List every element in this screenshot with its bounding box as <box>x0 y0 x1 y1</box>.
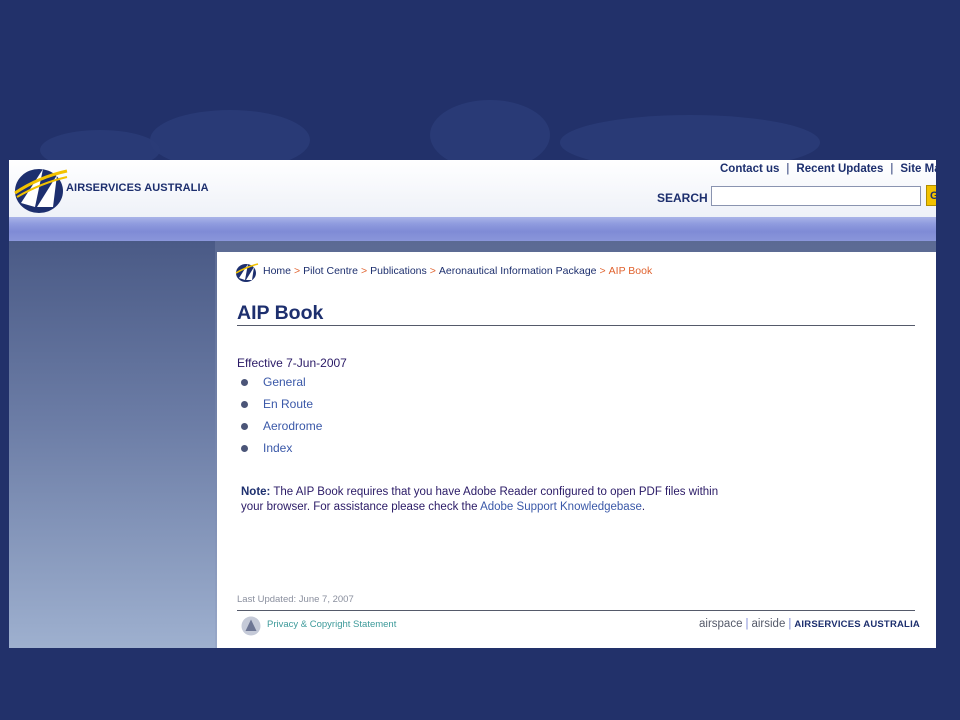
adobe-support-link[interactable]: Adobe Support Knowledgebase <box>480 501 642 513</box>
en-route-link[interactable]: En Route <box>263 397 313 411</box>
bullet-icon <box>241 445 248 452</box>
site-header: AIRSERVICES AUSTRALIA Contact us | Recent … <box>9 160 936 217</box>
note-end: . <box>641 501 646 513</box>
bullet-icon <box>241 401 248 408</box>
separator: | <box>788 618 792 630</box>
note-label: Note: <box>241 486 271 498</box>
last-updated: Last Updated: June 7, 2007 <box>237 594 354 605</box>
breadcrumb-pilot-centre[interactable]: Pilot Centre <box>303 265 358 277</box>
breadcrumb-arrow-icon: > <box>599 265 606 277</box>
sidebar <box>9 241 215 648</box>
browser-page: AIRSERVICES AUSTRALIA Contact us | Recent … <box>9 160 936 648</box>
breadcrumb-arrow-icon: > <box>294 265 301 277</box>
contact-us-link[interactable]: Contact us <box>720 163 779 175</box>
navigation-strip <box>9 217 936 241</box>
privacy-copyright-link[interactable]: Privacy & Copyright Statement <box>267 619 396 630</box>
aerodrome-link[interactable]: Aerodrome <box>263 419 322 433</box>
airservices-small-logo-icon <box>235 263 259 282</box>
recent-updates-link[interactable]: Recent Updates <box>796 163 883 175</box>
separator: | <box>890 163 894 175</box>
effective-date: Effective 7-Jun-2007 <box>237 356 347 370</box>
breadcrumb-aip[interactable]: Aeronautical Information Package <box>439 265 597 277</box>
title-divider <box>237 325 915 326</box>
tagline-brand: AIRSERVICES AUSTRALIA <box>794 619 920 630</box>
top-links: Contact us | Recent Updates | Site Map <box>720 163 936 175</box>
note-paragraph: Note: The AIP Book requires that you hav… <box>241 485 721 515</box>
site-map-link[interactable]: Site Map <box>900 163 936 175</box>
tagline-airspace: airspace <box>699 618 743 630</box>
footer-divider <box>237 610 915 611</box>
brand-name: AIRSERVICES AUSTRALIA <box>66 182 209 194</box>
breadcrumb-current: AIP Book <box>608 265 653 277</box>
footer-tagline: airspace | airside | AIRSERVICES AUSTRALIA <box>699 618 920 630</box>
general-link[interactable]: General <box>263 375 306 389</box>
index-link[interactable]: Index <box>263 441 292 455</box>
breadcrumb: Home > Pilot Centre > Publications > Aeronauti… <box>263 265 652 277</box>
search-label: SEARCH <box>657 191 708 205</box>
breadcrumb-arrow-icon: > <box>429 265 436 277</box>
separator: | <box>786 163 790 175</box>
bullet-icon <box>241 423 248 430</box>
breadcrumb-home[interactable]: Home <box>263 265 291 277</box>
search-go-button[interactable]: Go <box>926 185 936 206</box>
privacy-triangle-icon[interactable] <box>241 616 261 636</box>
airservices-logo-icon[interactable] <box>13 163 69 215</box>
tagline-airside: airside <box>751 618 786 630</box>
search-input[interactable] <box>711 186 921 206</box>
main-content: Home > Pilot Centre > Publications > Aeronauti… <box>217 252 936 648</box>
breadcrumb-publications[interactable]: Publications <box>370 265 427 277</box>
separator: | <box>745 618 749 630</box>
page-title: AIP Book <box>237 302 324 324</box>
breadcrumb-arrow-icon: > <box>361 265 368 277</box>
bullet-icon <box>241 379 248 386</box>
